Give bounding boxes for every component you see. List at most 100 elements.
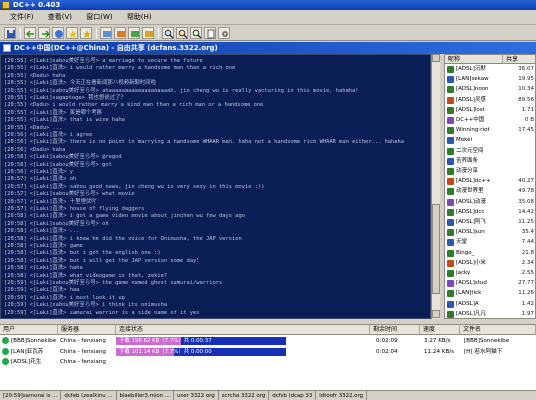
user-share: 10.34 [518, 86, 534, 93]
chat-timestamp: [20:56] [4, 146, 27, 153]
user-list-header-share[interactable]: 共享 [503, 55, 535, 64]
user-row[interactable]: [ADSL]小米 2.34 [445, 259, 535, 268]
favorites-icon[interactable] [66, 27, 78, 39]
user-nick: [ADSL]stud [456, 280, 487, 287]
finished-uploads-icon[interactable] [142, 27, 154, 39]
settings-icon[interactable] [218, 27, 230, 39]
user-row[interactable]: [ADSL]sun 35.4 [445, 228, 535, 237]
user-list-header-nick[interactable]: 昵称 [445, 55, 503, 64]
status-bar-item[interactable]: user 3322 org [174, 391, 219, 400]
hub-tab[interactable]: DC++中国(DC++@China) - 自由共享 (dcfans.3322.o… [0, 42, 536, 54]
user-row[interactable]: 苦荞面条 [445, 157, 535, 166]
user-row[interactable]: [ADSL]A 1.42 [445, 300, 535, 309]
menu-window[interactable]: 窗口(W) [80, 10, 118, 24]
chat-timestamp: [20:57] [4, 183, 27, 190]
user-row[interactable]: 动漫分享 [445, 167, 535, 176]
upload-icon[interactable] [128, 27, 140, 39]
chat-timestamp: [20:57] [4, 198, 27, 205]
search-spy-icon[interactable] [176, 27, 188, 39]
user-row[interactable]: [ADSL]dcc 14.42 [445, 208, 535, 217]
status-bar-item[interactable]: blaebiller3.mion ... [117, 391, 174, 400]
user-row[interactable]: [LAN]sekaw 19.95 [445, 75, 535, 84]
save-icon[interactable] [4, 27, 16, 39]
user-row[interactable]: [ADSL]凡凡 1.97 [445, 310, 535, 318]
chat-timestamp: [20:56] [4, 139, 27, 146]
chat-message: <Dadu> haha [29, 146, 66, 153]
user-icon [447, 239, 454, 247]
user-row[interactable]: 动漫世界里 49.78 [445, 187, 535, 196]
user-share: 11.26 [518, 290, 534, 297]
status-bar-item[interactable]: scrcha 3322 org [219, 391, 270, 400]
chat-message: <[Laki]直洗> i would rather marry a handso… [29, 65, 236, 72]
user-share: 35.08 [518, 198, 534, 205]
user-row[interactable]: Mokel [445, 136, 535, 145]
toolbar-separator [20, 28, 21, 38]
adl-search-icon[interactable] [190, 27, 202, 39]
chat-timestamp: [20:55] [4, 117, 27, 124]
search-icon[interactable] [162, 27, 174, 39]
menu-file[interactable]: 文件(F) [4, 10, 40, 24]
chat-scrollbar[interactable] [431, 54, 440, 319]
transfer-header-filename[interactable]: 文件名 [460, 325, 536, 335]
menu-view[interactable]: 查看(V) [42, 10, 78, 24]
transfer-header-hub[interactable]: 服务器 [58, 325, 116, 335]
transfer-row[interactable]: [LAN]亚瓦苏 China - fenxiang 下载 101.14 KB（7.7… [0, 347, 536, 357]
notepad-icon[interactable] [204, 27, 216, 39]
user-row[interactable]: 天堂 7.44 [445, 238, 535, 247]
user-row[interactable]: [ADSL]阿飞 11.25 [445, 218, 535, 227]
download-queue-icon[interactable] [100, 27, 112, 39]
chat-message: <Dadu> ... [29, 124, 63, 131]
scroll-thumb[interactable] [432, 204, 440, 294]
user-nick: [ADSL]lost [456, 106, 485, 113]
transfer-header-status[interactable]: 连接状态 [116, 325, 370, 335]
user-nick: [ADSL]灵感 [456, 96, 486, 103]
user-share: 2.55 [521, 270, 534, 276]
user-share: 2.34 [521, 259, 534, 266]
status-bar-item[interactable]: ldtoofr 3322.org [316, 391, 368, 400]
user-row[interactable]: Jacky 2.55 [445, 269, 535, 278]
chat-message: <[Laki]直洗> what videogame is that, zekie… [29, 272, 168, 279]
user-share: 7.44 [521, 239, 534, 246]
chat-message: <[Laki]直洗> oh [29, 176, 77, 183]
user-row[interactable]: [ADSL]noon 10.34 [445, 85, 535, 94]
status-bar-item[interactable]: dcfeb (zealkinu ... [61, 391, 117, 400]
chat-message: <[Laki]sabou美好至ら号> i think its onimusha [29, 302, 168, 309]
finished-downloads-icon[interactable] [114, 27, 126, 39]
transfer-header-speed[interactable]: 速度 [420, 325, 460, 335]
transfer-time-left: 0:02:09 [376, 338, 398, 344]
forward-icon[interactable] [38, 27, 50, 39]
user-row[interactable]: Winning-riot 17.45 [445, 126, 535, 135]
status-bar-item[interactable]: [20:59]samurai is ... [0, 391, 62, 400]
chat-message: <[Laki]直洗> haha [29, 265, 83, 272]
user-row[interactable]: [ADSL]动漫 35.08 [445, 198, 535, 207]
user-row[interactable]: [ADSL]灵感 89.56 [445, 96, 535, 105]
user-row[interactable]: [LAN]tick 11.26 [445, 289, 535, 298]
transfer-header-time-left[interactable]: 剩余时间 [370, 325, 420, 335]
favorite-users-icon[interactable] [80, 27, 92, 39]
chat-message: <[Laki]直洗> i knew he did the voice for O… [29, 235, 242, 242]
transfer-list[interactable]: 用户 服务器 连接状态 剩余时间 速度 文件名 [BBB]Sonnekibe Ch… [0, 324, 536, 390]
chat-message: <Dadu> haha [29, 72, 66, 79]
user-row[interactable]: [ADSL]沉默 36.07 [445, 65, 535, 74]
user-row[interactable]: DC++中国 0 B [445, 116, 535, 125]
transfer-header-user[interactable]: 用户 [0, 325, 58, 335]
chat-message: <[Laki]sabou美好至ら号> what movie [29, 191, 135, 198]
user-nick: [LAN]sekaw [456, 76, 489, 83]
hub-list-icon[interactable] [52, 27, 64, 39]
transfer-row[interactable]: [BBB]Sonnekibe China - fenxiang 下载 196.62 … [0, 336, 536, 346]
user-row[interactable]: [ADSL]dc++ 40.27 [445, 177, 535, 186]
transfer-row[interactable]: [ADSL]花生 China - fenxiang [0, 357, 536, 367]
user-nick: 二次元空间 [456, 147, 484, 154]
user-row[interactable]: 二次元空间 [445, 147, 535, 156]
menu-help[interactable]: 帮助(H) [121, 10, 158, 24]
user-row[interactable]: [ADSL]lost 1.71 [445, 106, 535, 115]
scroll-up-icon[interactable] [432, 54, 440, 62]
status-bar-item[interactable]: dcfsb (dcap 33 [269, 391, 317, 400]
user-list[interactable]: 昵称 共享 [ADSL]沉默 36.07 [LAN]sekaw 19.95 [ADSL]… [444, 54, 536, 319]
back-icon[interactable] [24, 27, 36, 39]
user-row[interactable]: [ADSL]stud 27.77 [445, 279, 535, 288]
chat-timestamp: [20:58] [4, 213, 27, 220]
scroll-down-icon[interactable] [432, 310, 440, 318]
user-row[interactable]: Bingo_ 21.8 [445, 249, 535, 258]
chat-log[interactable]: [20:55] <[Laki]sabou美好至ら号> a marriage to … [0, 54, 431, 319]
